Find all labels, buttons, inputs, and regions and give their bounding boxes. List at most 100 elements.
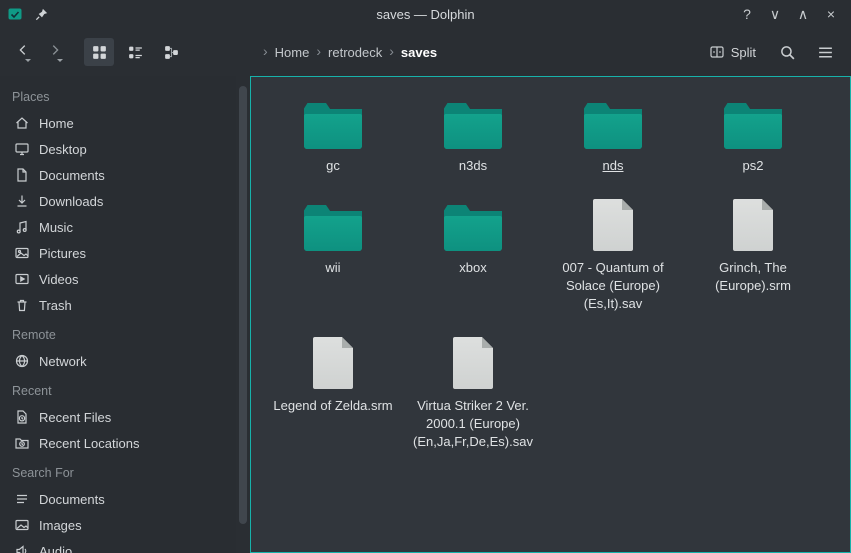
sidebar-item-label: Music [39,220,73,235]
sidebar-item-label: Desktop [39,142,87,157]
file-grid: gc n3ds nds ps2 wii xbox007 - Quantum of Sola… [251,77,850,451]
forward-button[interactable] [42,37,68,67]
tree-view-button[interactable] [156,38,186,66]
sidebar-item-music[interactable]: Music [0,214,236,240]
titlebar: saves — Dolphin ? ∨ ∧ × [0,0,851,28]
sidebar-item-documents[interactable]: Documents [0,486,236,512]
search-icon [779,44,796,61]
sidebar-item-label: Downloads [39,194,103,209]
pictures-icon [14,245,30,261]
sidebar-item-recent-files[interactable]: Recent Files [0,404,236,430]
content-pane[interactable]: gc n3ds nds ps2 wii xbox007 - Quantum of Sola… [250,76,851,553]
back-dropdown-caret[interactable] [25,59,31,62]
sidebar-item-images[interactable]: Images [0,512,236,538]
item-icon-box [304,195,362,251]
close-button[interactable]: × [819,3,843,25]
item-icon-box [724,93,782,149]
breadcrumb-separator-icon: › [262,43,269,59]
breadcrumb-item-retrodeck[interactable]: retrodeck [324,42,386,63]
search-button[interactable] [773,38,801,66]
videos-icon [14,271,30,287]
sidebar-item-label: Videos [39,272,79,287]
search-images-icon [14,517,30,533]
sidebar-item-videos[interactable]: Videos [0,266,236,292]
item-label: Virtua Striker 2 Ver. 2000.1 (Europe) (E… [411,397,535,451]
home-icon [14,115,30,131]
breadcrumb-item-saves[interactable]: saves [397,42,441,63]
folder-item-ps2[interactable]: ps2 [683,93,823,175]
page-fold-corner [762,199,773,210]
page-fold-corner [482,337,493,348]
sidebar-item-home[interactable]: Home [0,110,236,136]
trash-icon [14,297,30,313]
documents-icon [14,167,30,183]
sidebar-scrollbar-thumb[interactable] [239,86,247,524]
sidebar-item-label: Documents [39,492,105,507]
sidebar-item-label: Trash [39,298,72,313]
hamburger-menu-icon [817,44,834,61]
section-header-places[interactable]: Places [0,80,236,110]
folder-item-gc[interactable]: gc [263,93,403,175]
folder-item-xbox[interactable]: xbox [403,195,543,277]
item-label: n3ds [459,157,487,175]
details-view-button[interactable] [120,38,150,66]
item-label: gc [326,157,340,175]
file-icon [313,337,353,389]
file-item-007-quantum-of-solace-europe-es-it-sav[interactable]: 007 - Quantum of Solace (Europe) (Es,It)… [543,195,683,313]
sidebar-item-label: Home [39,116,74,131]
back-button[interactable] [10,37,36,67]
sidebar-item-trash[interactable]: Trash [0,292,236,318]
pin-icon[interactable] [32,5,50,23]
sidebar-item-pictures[interactable]: Pictures [0,240,236,266]
item-label: 007 - Quantum of Solace (Europe) (Es,It)… [551,259,675,313]
page-fold-corner [622,199,633,210]
folder-icon [444,205,502,251]
window-controls: ? ∨ ∧ × [735,3,851,25]
sidebar-item-label: Network [39,354,87,369]
app-icon[interactable] [6,5,24,23]
folder-icon [584,103,642,149]
icons-view-button[interactable] [84,38,114,66]
breadcrumb-item-home[interactable]: Home [271,42,314,63]
item-label: Grinch, The (Europe).srm [691,259,815,295]
section-header-search-for[interactable]: Search For [0,456,236,486]
desktop-icon [14,141,30,157]
help-button[interactable]: ? [735,3,759,25]
page-fold-corner [342,337,353,348]
item-label: nds [603,157,624,175]
sidebar-item-desktop[interactable]: Desktop [0,136,236,162]
minimize-button[interactable]: ∨ [763,3,787,25]
file-item-grinch-the-europe-srm[interactable]: Grinch, The (Europe).srm [683,195,823,295]
sidebar-scrollbar[interactable] [236,76,250,553]
folder-item-wii[interactable]: wii [263,195,403,277]
breadcrumb-separator-icon: › [315,43,322,59]
folder-item-n3ds[interactable]: n3ds [403,93,543,175]
sidebar-item-network[interactable]: Network [0,348,236,374]
item-icon-box [444,195,502,251]
item-label: wii [325,259,340,277]
file-icon [453,337,493,389]
recent-files-icon [14,409,30,425]
folder-icon [304,205,362,251]
file-item-virtua-striker-2-ver-2000-1-europe-en-ja-fr-de-es-sav[interactable]: Virtua Striker 2 Ver. 2000.1 (Europe) (E… [403,333,543,451]
sidebar-item-downloads[interactable]: Downloads [0,188,236,214]
folder-item-nds[interactable]: nds [543,93,683,175]
split-button[interactable]: Split [702,39,763,65]
menu-button[interactable] [811,38,839,66]
item-label: Legend of Zelda.srm [273,397,392,415]
file-icon [733,199,773,251]
section-header-recent[interactable]: Recent [0,374,236,404]
item-icon-box [584,93,642,149]
recent-locations-icon [14,435,30,451]
forward-dropdown-caret[interactable] [57,59,63,62]
sidebar-item-label: Documents [39,168,105,183]
file-item-legend-of-zelda-srm[interactable]: Legend of Zelda.srm [263,333,403,415]
sidebar-item-label: Recent Locations [39,436,139,451]
section-header-remote[interactable]: Remote [0,318,236,348]
sidebar-item-audio[interactable]: Audio [0,538,236,553]
breadcrumb-separator-icon: › [388,43,395,59]
sidebar-item-documents[interactable]: Documents [0,162,236,188]
titlebar-left-icons [0,5,50,23]
sidebar-item-recent-locations[interactable]: Recent Locations [0,430,236,456]
maximize-button[interactable]: ∧ [791,3,815,25]
